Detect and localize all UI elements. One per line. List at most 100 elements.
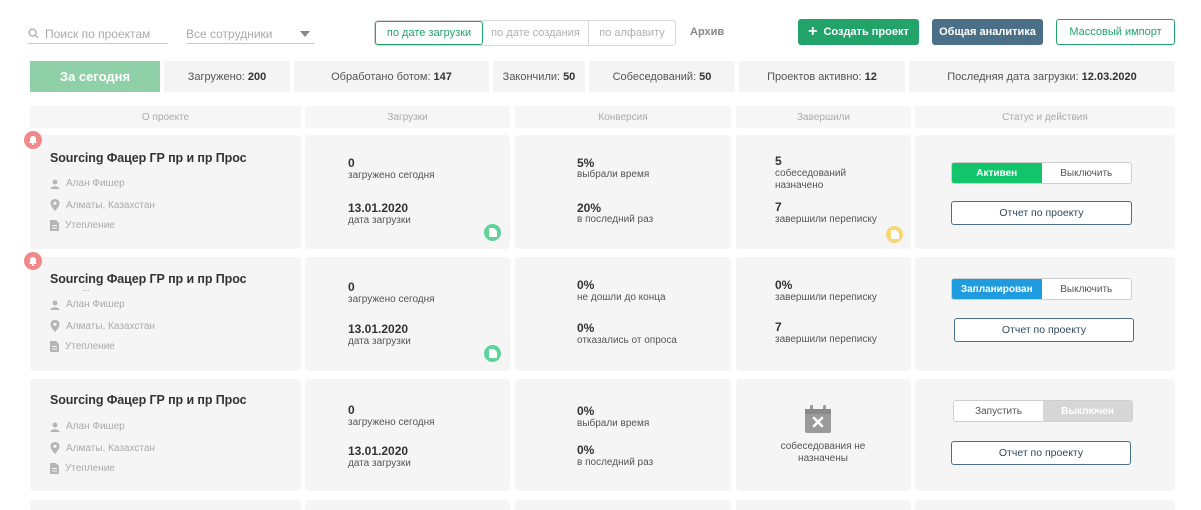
project-report-button[interactable]: Отчет по проекту <box>954 318 1134 342</box>
type-text: Утепление <box>65 220 115 231</box>
stat-interviews: Собеседований: 50 <box>589 61 735 92</box>
no-interviews-note: собеседования не назначены <box>780 441 866 464</box>
interviews-value: 5 <box>775 154 782 168</box>
analytics-button[interactable]: Общая аналитика <box>932 19 1043 45</box>
location-text: Алматы, Казахстан <box>66 442 155 454</box>
uploads-cell: 0 загружено сегодня 13.01.2020 дата загр… <box>305 257 510 371</box>
conversion-cell: 5% выбрали время 20% в последний раз <box>515 135 731 249</box>
project-info-cell <box>30 500 301 510</box>
conversion-label: выбрали время <box>577 169 650 180</box>
bell-icon[interactable] <box>24 252 42 270</box>
loaded-today-value: 0 <box>348 280 355 294</box>
loaded-today-label: загружено сегодня <box>348 294 435 305</box>
header-finished: Завершили <box>736 106 911 128</box>
document-icon <box>50 463 59 474</box>
conversion-value: 0% <box>577 443 595 457</box>
bell-icon[interactable] <box>24 131 42 149</box>
sort-by-created-date[interactable]: по дате создания <box>483 21 589 45</box>
project-title[interactable]: Sourcing Фацер ГР пр и пр Прос <box>50 393 247 407</box>
stat-label: Последняя дата загрузки: <box>947 70 1079 83</box>
stat-label: Обработано ботом: <box>331 70 431 83</box>
search-input[interactable]: Поиск по проектам <box>28 24 168 44</box>
toggle-disable[interactable]: Выключить <box>1042 279 1132 299</box>
loaded-today-label: загружено сегодня <box>348 417 435 428</box>
title-ellipsis: ... <box>82 283 90 293</box>
owner-name: Алан Фишер <box>66 299 125 310</box>
project-owner: Алан Фишер <box>50 299 125 310</box>
toggle-start[interactable]: Запустить <box>954 401 1043 421</box>
project-title[interactable]: Sourcing Фацер ГР пр и пр Прос <box>50 272 247 286</box>
status-cell: Запустить Выключен Отчет по проекту <box>915 379 1175 491</box>
header-about: О проекте <box>30 106 301 128</box>
sort-alphabetical[interactable]: по алфавиту <box>589 21 675 45</box>
upload-date-value: 13.01.2020 <box>348 201 409 215</box>
status-cell <box>915 500 1175 510</box>
location-text: Алматы, Казахстан <box>66 320 155 332</box>
stats-bar: За сегодня Загружено: 200 Обработано бото… <box>30 61 1175 92</box>
conversion-value: 5% <box>577 156 595 170</box>
finished-chat-value: 7 <box>775 200 782 214</box>
finished-cell: собеседования не назначены <box>736 379 911 491</box>
finished-chat-value: 7 <box>775 320 782 334</box>
project-owner: Алан Фишер <box>50 178 125 189</box>
calendar-cancel-icon <box>805 405 831 433</box>
employees-select[interactable]: Все сотрудники <box>186 24 314 44</box>
stat-label: Собеседований: <box>612 70 697 83</box>
today-tab[interactable]: За сегодня <box>30 61 160 92</box>
project-report-button[interactable]: Отчет по проекту <box>951 441 1131 465</box>
uploads-cell <box>305 500 510 510</box>
owner-name: Алан Фишер <box>66 421 125 432</box>
project-title[interactable]: Sourcing Фацер ГР пр и пр Прос <box>50 151 247 165</box>
toggle-disable[interactable]: Выключить <box>1042 163 1132 183</box>
document-icon <box>50 220 59 231</box>
create-project-button[interactable]: + Создать проект <box>798 19 919 45</box>
conversion-label: в последний раз <box>577 457 654 468</box>
location-pin-icon <box>50 320 60 332</box>
toggle-active[interactable]: Активен <box>952 163 1042 183</box>
finished-chat-label: завершили переписку <box>775 214 877 225</box>
file-badge-icon <box>484 224 501 241</box>
upload-date-value: 13.01.2020 <box>348 322 409 336</box>
conversion-value: 0% <box>577 321 595 335</box>
conversion-value: 0% <box>577 278 595 292</box>
stat-value: 12 <box>864 70 877 83</box>
stat-label: Проектов активно: <box>767 70 862 83</box>
status-toggle: Активен Выключить <box>951 162 1132 184</box>
file-badge-icon <box>484 345 501 362</box>
finished-cell: 5 собеседований назначено 7 завершили пе… <box>736 135 911 249</box>
create-project-label: Создать проект <box>823 26 909 38</box>
location-pin-icon <box>50 199 60 211</box>
stat-last-upload-date: Последняя дата загрузки: 12.03.2020 <box>909 61 1175 92</box>
project-owner: Алан Фишер <box>50 421 125 432</box>
header-uploads: Загрузки <box>305 106 510 128</box>
mass-import-button[interactable]: Массовый импорт <box>1056 19 1175 45</box>
finished-chat-label: завершили переписку <box>775 334 877 345</box>
loaded-today-value: 0 <box>348 403 355 417</box>
stat-active-projects: Проектов активно: 12 <box>739 61 905 92</box>
archive-link[interactable]: Архив <box>690 26 724 38</box>
upload-date-label: дата загрузки <box>348 458 411 469</box>
toggle-disabled[interactable]: Выключен <box>1043 401 1132 421</box>
project-report-button[interactable]: Отчет по проекту <box>951 201 1132 225</box>
stat-bot-processed: Обработано ботом: 147 <box>294 61 489 92</box>
stat-value: 200 <box>247 70 267 83</box>
stat-finished: Закончили: 50 <box>493 61 585 92</box>
project-type: Утепление <box>50 220 115 231</box>
stat-value: 12.03.2020 <box>1081 70 1137 83</box>
loaded-today-label: загружено сегодня <box>348 170 435 181</box>
employees-select-value: Все сотрудники <box>186 26 273 41</box>
stat-value: 50 <box>699 70 712 83</box>
upload-date-value: 13.01.2020 <box>348 444 409 458</box>
conversion-label: выбрали время <box>577 418 650 429</box>
sort-toggle-group: по дате загрузки по дате создания по алф… <box>374 20 676 46</box>
conversion-label: в последний раз <box>577 214 654 225</box>
status-toggle: Запустить Выключен <box>953 400 1133 422</box>
stat-value: 147 <box>433 70 452 83</box>
uploads-cell: 0 загружено сегодня 13.01.2020 дата загр… <box>305 379 510 491</box>
sort-by-upload-date[interactable]: по дате загрузки <box>375 21 483 45</box>
upload-date-label: дата загрузки <box>348 336 411 347</box>
toggle-scheduled[interactable]: Запланирован <box>952 279 1042 299</box>
finished-cell: 0% завершили переписку 7 завершили переп… <box>736 257 911 371</box>
stat-value: 50 <box>563 70 576 83</box>
conversion-value: 20% <box>577 201 602 215</box>
